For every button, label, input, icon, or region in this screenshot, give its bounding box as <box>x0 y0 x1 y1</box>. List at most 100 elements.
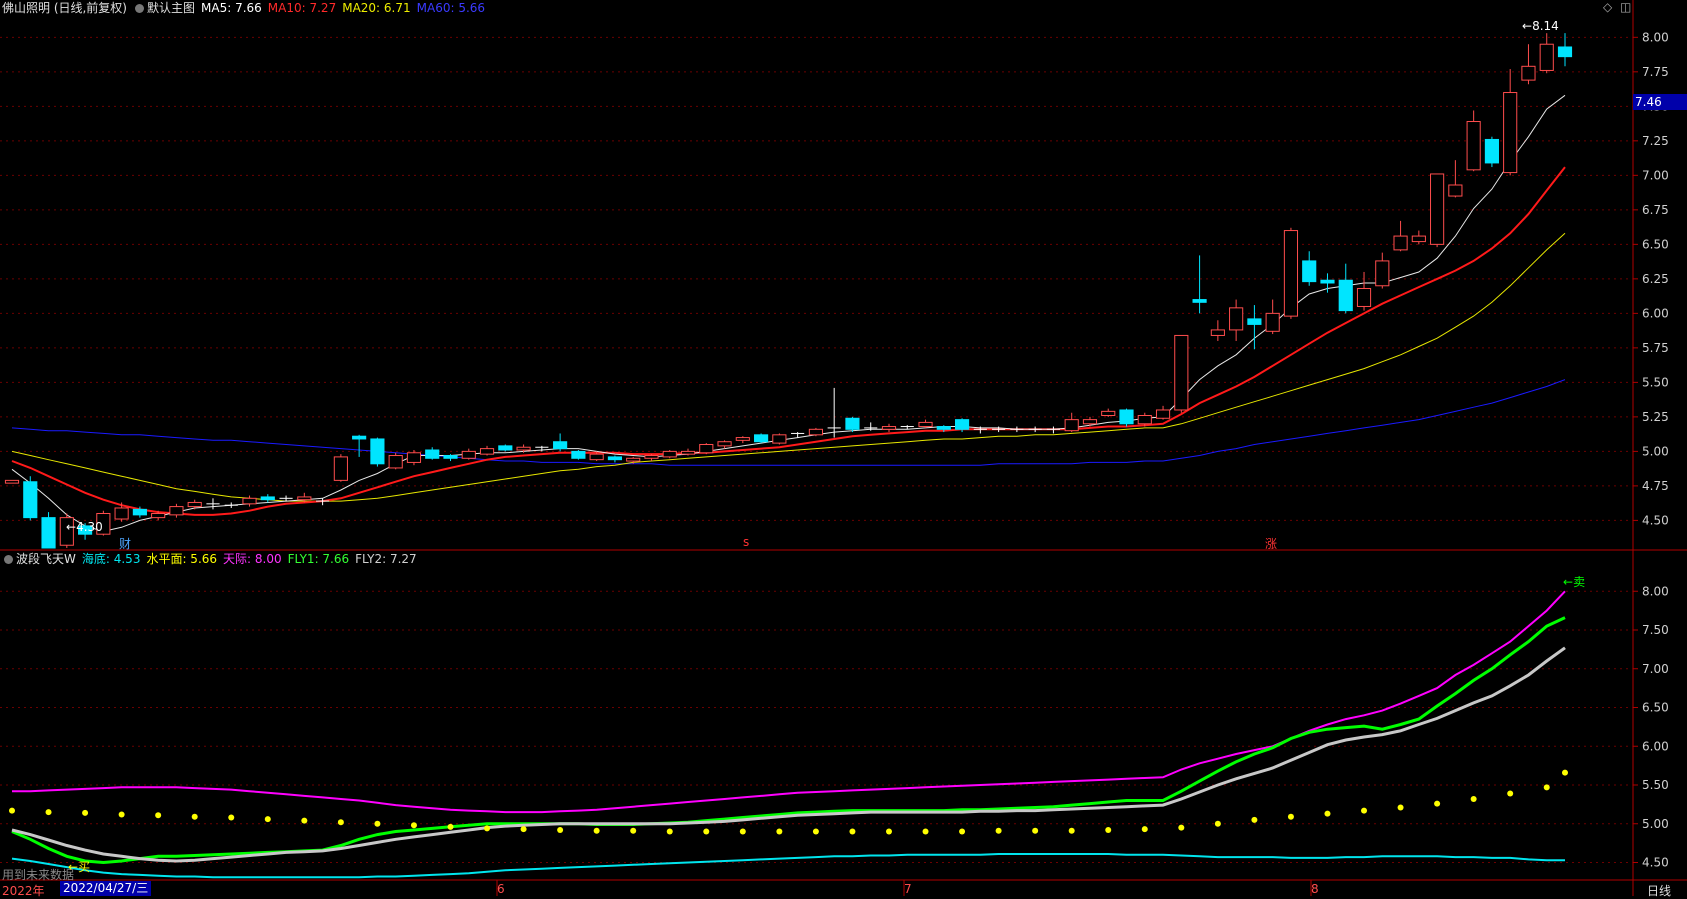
shuipingmian-dot <box>739 828 746 835</box>
diamond-icon[interactable]: ◇ <box>1603 0 1612 14</box>
candle-body-up <box>918 421 933 428</box>
candle-body-down <box>1192 299 1207 303</box>
candle-body-down <box>1338 279 1353 312</box>
shuipingmian-dot <box>1141 826 1148 833</box>
low-value: 4.30 <box>76 520 103 534</box>
main-tick-label: 6.75 <box>1642 203 1669 217</box>
sub-tick-label: 8.00 <box>1642 584 1669 598</box>
candle-body-down <box>260 496 275 501</box>
low-annotation: ←4.30 <box>66 520 103 534</box>
candle-body-up <box>1174 334 1189 411</box>
month-8: 8 <box>1311 882 1319 896</box>
current-price-tag: 7.46 <box>1633 94 1687 110</box>
shuipingmian-dot <box>1068 827 1075 834</box>
candle-body-up <box>1503 92 1518 174</box>
shuipingmian-dot <box>703 828 710 835</box>
candle-body-up <box>662 450 677 458</box>
candle-body-up <box>699 443 714 454</box>
period-label[interactable]: 日线 <box>1647 882 1671 899</box>
shuipingmian-dot <box>1251 816 1258 823</box>
s-marker: s <box>743 535 750 549</box>
candle-body-up <box>1448 184 1463 197</box>
settings-circle-icon[interactable] <box>135 4 144 13</box>
candle-body-down <box>936 426 951 430</box>
shuipingmian-dot <box>812 828 819 835</box>
candle-body-up <box>297 496 312 501</box>
shuipingmian-dot <box>1543 784 1550 791</box>
candle-body-down <box>370 438 385 465</box>
candle-body-down <box>23 481 38 519</box>
shuipingmian-dot <box>1470 795 1477 802</box>
main-tick-label: 5.50 <box>1642 375 1669 389</box>
shuipingmian-dot <box>849 828 856 835</box>
shuipingmian-dot <box>155 812 162 819</box>
candle-body-up <box>680 450 696 455</box>
candle-body-up <box>388 455 403 469</box>
main-tick-label: 5.00 <box>1642 444 1669 458</box>
candle-body-up <box>406 452 422 463</box>
zhang-marker: 涨 <box>1265 537 1278 551</box>
template-label[interactable]: 默认主图 <box>147 1 195 15</box>
indicator-settings-icon[interactable] <box>4 555 13 564</box>
stock-title[interactable]: 佛山照明 (日线,前复权) <box>2 1 127 15</box>
candle-body-down <box>1557 46 1573 58</box>
candle-body-up <box>479 448 495 455</box>
ma10-label: MA10: 7.27 <box>267 1 337 15</box>
candle-body-up <box>589 453 604 461</box>
candle-body-up <box>114 507 129 520</box>
candle-body-up <box>169 506 184 516</box>
shuipingmian-dot <box>191 813 198 820</box>
ma5-label: MA5: 7.66 <box>201 1 262 15</box>
candle-body-down <box>1119 409 1134 425</box>
main-tick-label: 5.75 <box>1642 341 1669 355</box>
fly2-label: FLY2: 7.27 <box>355 552 417 566</box>
shuipingmian-dot <box>1434 800 1441 807</box>
shuipingmian-dot <box>1397 804 1404 811</box>
main-tick-label: 6.00 <box>1642 306 1669 320</box>
indicator-name[interactable]: 波段飞天W <box>16 552 76 566</box>
shuipingmian-dot <box>959 828 966 835</box>
main-tick-label: 7.25 <box>1642 134 1669 148</box>
shuipingmian-dot <box>1214 820 1221 827</box>
candle-body-down <box>754 434 769 443</box>
buy-label: 买 <box>78 860 91 874</box>
cursor-date: 2022/04/27/三 <box>60 881 152 896</box>
candle-body-up <box>516 446 531 451</box>
buy-marker: ←买 <box>68 860 91 874</box>
indicator-header: 波段飞天W 海底: 4.53 水平面: 5.66 天际: 8.00 FLY1: 7.66… <box>2 551 423 567</box>
cai-marker: 财 <box>119 537 132 551</box>
candle-body-down <box>352 435 367 440</box>
candle-body-up <box>333 456 348 481</box>
candle-body-up <box>1101 410 1116 416</box>
candle-body-up <box>151 512 166 519</box>
candle-body-down <box>41 517 56 549</box>
shuipingmian-dot <box>301 817 308 824</box>
candle-body-up <box>717 441 732 447</box>
candle-body-up <box>461 450 476 459</box>
shuipingmian-dot <box>374 820 381 827</box>
candle-body-up <box>1210 329 1225 336</box>
chart-canvas[interactable]: 4.50 4.75 5.00 5.25 5.50 5.75 6.00 6.25 6.50 6.75… <box>0 0 1687 896</box>
shuipingmian-dot <box>776 828 783 835</box>
candle-body-down <box>1247 318 1262 325</box>
candle-body-up <box>1466 121 1481 171</box>
shuipingmian-dot <box>45 809 52 816</box>
shuipingmian-dot <box>995 827 1002 834</box>
candle-body-up <box>1082 419 1098 425</box>
main-tick-label: 7.75 <box>1642 65 1669 79</box>
candle-body-up <box>4 479 20 484</box>
main-tick-label: 6.25 <box>1642 272 1669 286</box>
shuipingmian-dot <box>1324 810 1331 817</box>
shuipingmian-dot <box>410 822 417 829</box>
shuipingmian-dot <box>228 814 235 821</box>
sell-label: 卖 <box>1573 575 1586 589</box>
candle-body-up <box>1155 409 1171 419</box>
candle-body-up <box>187 501 202 508</box>
background <box>0 0 1687 896</box>
high-value: 8.14 <box>1532 19 1559 33</box>
main-tick-label: 4.75 <box>1642 479 1669 493</box>
shuipingmian-dot <box>1361 807 1368 814</box>
high-annotation: ←8.14 <box>1522 19 1559 33</box>
candle-body-down <box>1320 279 1335 284</box>
window-icon[interactable]: ◫ <box>1620 0 1631 14</box>
